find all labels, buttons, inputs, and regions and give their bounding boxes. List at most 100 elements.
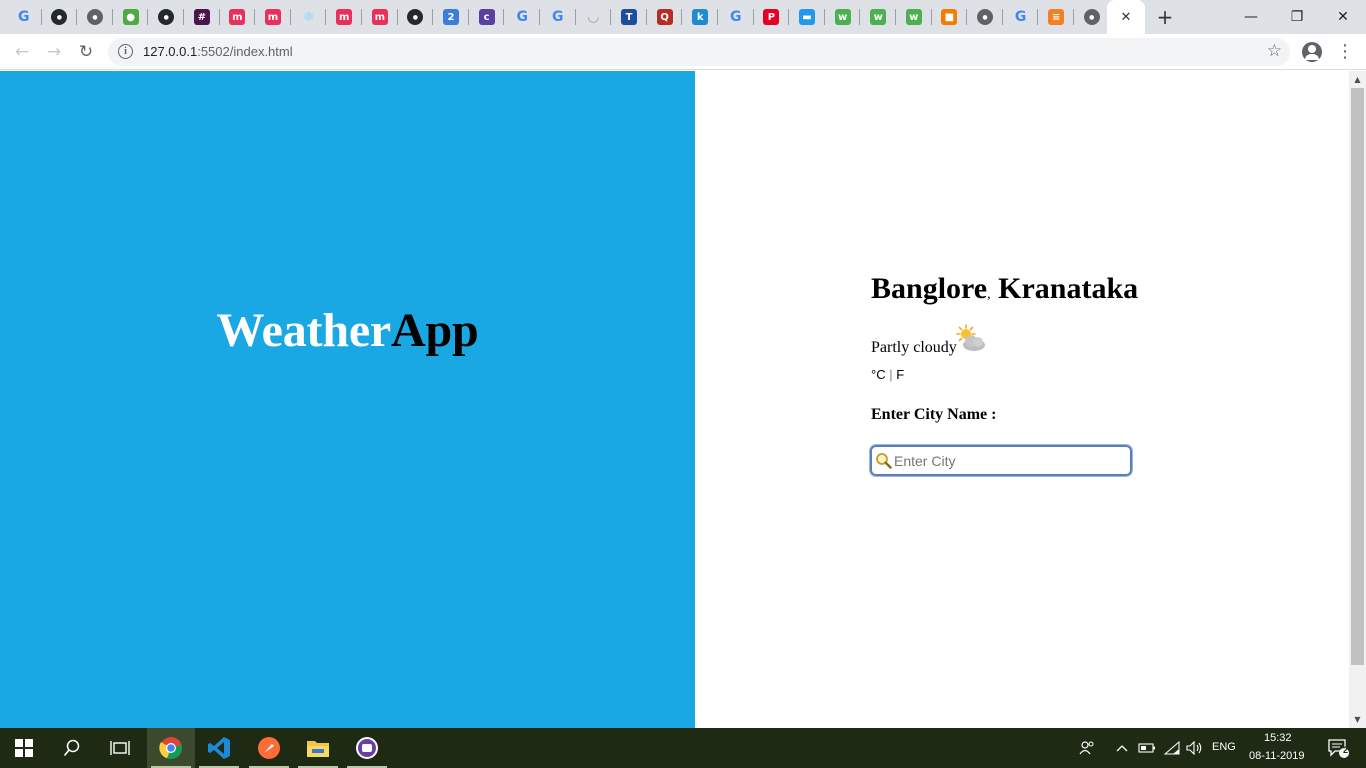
medium-icon: m bbox=[264, 9, 281, 25]
browser-tab[interactable]: m bbox=[255, 0, 291, 34]
browser-tab[interactable]: Q bbox=[647, 0, 683, 34]
browser-tab[interactable]: m bbox=[362, 0, 398, 34]
medium-icon: m bbox=[336, 9, 353, 25]
postman-icon[interactable] bbox=[245, 728, 293, 768]
minimize-button[interactable]: — bbox=[1228, 0, 1274, 34]
quora-icon: Q bbox=[656, 9, 673, 25]
pinterest-icon: P bbox=[763, 9, 780, 25]
windows-taskbar: ENG 15:32 08-11-2019 2 bbox=[0, 728, 1366, 768]
partly-cloudy-icon bbox=[956, 324, 985, 351]
browser-tab[interactable]: ⚛ bbox=[291, 0, 327, 34]
browser-tab[interactable]: G bbox=[1003, 0, 1039, 34]
browser-toolbar: ← → ↻ i 127.0.0.1:5502/index.html ☆ bbox=[0, 34, 1366, 70]
page-scrollbar[interactable]: ▲ ▼ bbox=[1349, 71, 1366, 728]
bookmark-star-icon[interactable]: ☆ bbox=[1267, 41, 1282, 61]
browser-tab[interactable]: w bbox=[896, 0, 932, 34]
emulator-icon[interactable] bbox=[343, 728, 391, 768]
browser-tab[interactable]: G bbox=[6, 0, 42, 34]
wifi-icon[interactable] bbox=[1161, 728, 1183, 768]
unit-separator: | bbox=[889, 367, 893, 382]
profile-icon[interactable] bbox=[1302, 42, 1322, 62]
address-bar[interactable]: i 127.0.0.1:5502/index.html ☆ bbox=[108, 38, 1290, 66]
close-tab-icon[interactable]: ✕ bbox=[1121, 10, 1132, 25]
scroll-up-arrow-icon[interactable]: ▲ bbox=[1349, 71, 1366, 88]
browser-tab[interactable]: k bbox=[682, 0, 718, 34]
tray-chevron-icon[interactable] bbox=[1112, 728, 1132, 768]
file-explorer-icon[interactable] bbox=[294, 728, 342, 768]
browser-tab[interactable]: ≡ bbox=[1038, 0, 1074, 34]
weather-panel: Banglore, Kranataka Partly cloudy °C | F… bbox=[695, 71, 1349, 728]
vscode-icon[interactable] bbox=[195, 728, 243, 768]
scrollbar-thumb[interactable] bbox=[1351, 88, 1364, 665]
browser-tab[interactable]: ● bbox=[42, 0, 78, 34]
browser-tab[interactable]: # bbox=[184, 0, 220, 34]
browser-tab[interactable]: ▬ bbox=[789, 0, 825, 34]
app-title: WeatherApp bbox=[0, 303, 695, 358]
menu-icon[interactable]: ⋮ bbox=[1336, 42, 1354, 62]
people-icon[interactable] bbox=[1074, 728, 1100, 768]
scroll-down-arrow-icon[interactable]: ▼ bbox=[1349, 711, 1366, 728]
info-icon[interactable]: i bbox=[118, 44, 133, 59]
globe-icon: ● bbox=[976, 9, 993, 25]
brand-panel: WeatherApp bbox=[0, 71, 695, 728]
browser-tab[interactable]: G bbox=[718, 0, 754, 34]
mongodb-icon: ● bbox=[122, 9, 139, 25]
browser-tab[interactable]: ● bbox=[1074, 0, 1110, 34]
browser-tab[interactable]: G bbox=[540, 0, 576, 34]
unit-celsius[interactable]: °C bbox=[871, 367, 886, 382]
language-indicator[interactable]: ENG bbox=[1212, 741, 1236, 753]
unit-toggle: °C | F bbox=[871, 367, 904, 382]
location-heading: Banglore, Kranataka bbox=[871, 272, 1138, 306]
unit-fahrenheit[interactable]: F bbox=[896, 367, 904, 382]
search-icon[interactable] bbox=[48, 728, 96, 768]
new-tab-button[interactable]: + bbox=[1152, 0, 1178, 34]
google-icon: G bbox=[1014, 9, 1027, 25]
notification-center-icon[interactable]: 2 bbox=[1318, 728, 1358, 768]
task-view-icon[interactable] bbox=[96, 728, 144, 768]
github-icon: ● bbox=[51, 9, 68, 25]
browser-tab[interactable]: ● bbox=[398, 0, 434, 34]
active-tab[interactable]: ✕ bbox=[1107, 0, 1145, 34]
browser-tab[interactable]: ● bbox=[967, 0, 1003, 34]
w3schools-icon: w bbox=[834, 9, 851, 25]
google-icon: G bbox=[516, 9, 528, 25]
volume-icon[interactable] bbox=[1184, 728, 1206, 768]
clock-time[interactable]: 15:32 bbox=[1264, 732, 1292, 744]
browser-tab[interactable]: ● bbox=[113, 0, 149, 34]
city-input-label: Enter City Name : bbox=[871, 406, 997, 423]
notification-count: 2 bbox=[1343, 745, 1349, 755]
slack-icon: # bbox=[193, 9, 210, 25]
close-window-button[interactable]: ✕ bbox=[1320, 0, 1366, 34]
back-button[interactable]: ← bbox=[8, 38, 36, 66]
browser-tab[interactable]: c bbox=[469, 0, 505, 34]
city-name: Banglore bbox=[871, 272, 988, 305]
medium-icon: m bbox=[229, 9, 246, 25]
reload-button[interactable]: ↻ bbox=[72, 38, 100, 66]
city-search-input[interactable] bbox=[869, 444, 1133, 477]
battery-icon[interactable] bbox=[1136, 728, 1158, 768]
medium-icon: m bbox=[371, 9, 388, 25]
browser-tab[interactable]: P bbox=[754, 0, 790, 34]
browser-tab[interactable]: 2 bbox=[433, 0, 469, 34]
url-text[interactable]: 127.0.0.1:5502/index.html bbox=[143, 44, 293, 59]
browser-tab[interactable]: m bbox=[326, 0, 362, 34]
package-icon: ■ bbox=[941, 9, 958, 25]
colorlib-icon: c bbox=[478, 9, 495, 25]
browser-tab[interactable]: w bbox=[860, 0, 896, 34]
forward-button[interactable]: → bbox=[40, 38, 68, 66]
chrome-icon[interactable] bbox=[147, 728, 195, 768]
browser-tab[interactable]: ● bbox=[77, 0, 113, 34]
browser-tab[interactable]: T bbox=[611, 0, 647, 34]
browser-tab[interactable]: ● bbox=[148, 0, 184, 34]
browser-tab[interactable]: G bbox=[504, 0, 540, 34]
browser-tab[interactable]: w bbox=[825, 0, 861, 34]
browser-tab[interactable]: ■ bbox=[932, 0, 968, 34]
browser-tab[interactable]: ◡ bbox=[576, 0, 612, 34]
clock-date[interactable]: 08-11-2019 bbox=[1249, 750, 1304, 762]
google-icon: G bbox=[552, 9, 564, 25]
location-separator: , bbox=[987, 287, 991, 302]
windows-start-icon[interactable] bbox=[0, 728, 48, 768]
tata-icon: T bbox=[620, 9, 637, 25]
restore-button[interactable]: ❐ bbox=[1274, 0, 1320, 34]
browser-tab[interactable]: m bbox=[220, 0, 256, 34]
